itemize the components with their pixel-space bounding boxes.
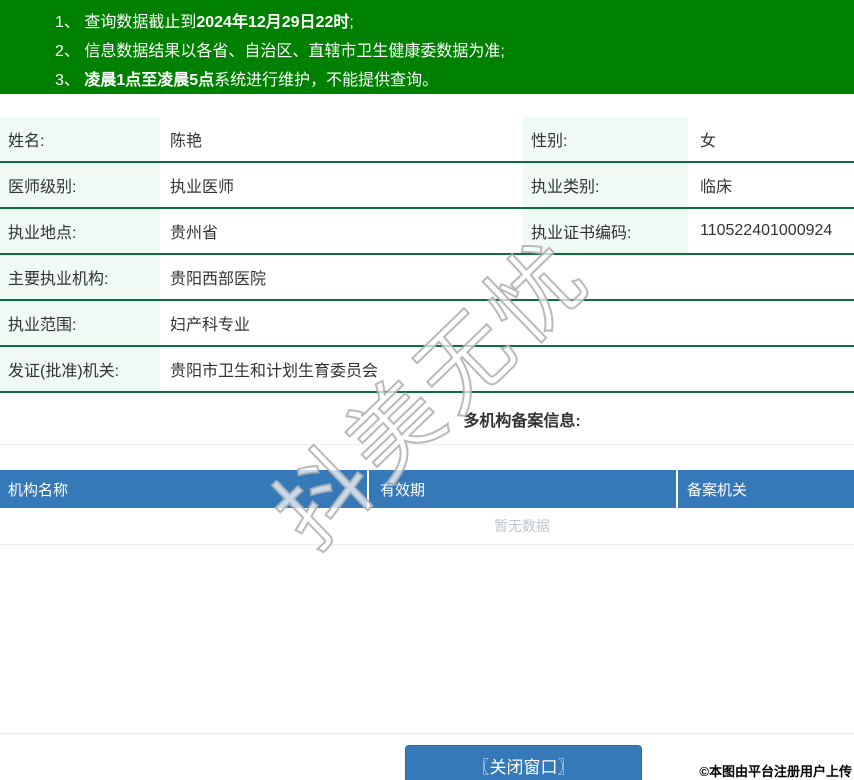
field-value-practice-location: 贵州省 (170, 225, 219, 242)
field-label-name: 姓名: (0, 117, 160, 161)
column-header-validity-period: 有效期 (367, 470, 676, 508)
section-heading: 多机构备案信息: (463, 412, 581, 430)
notice-line-1: 1、 查询数据截止到2024年12月29日22时; (55, 8, 844, 37)
physician-info-table: 姓名: 陈艳 性别: 女 医师级别: 执业医师 执业类别: 临床 执业地点: 贵… (0, 117, 854, 393)
field-label-main-institution: 主要执业机构: (0, 255, 160, 299)
notice-header: 1、 查询数据截止到2024年12月29日22时; 2、 信息数据结果以各省、自… (0, 0, 854, 94)
field-label-doctor-level: 医师级别: (0, 163, 160, 207)
notice-line-2: 2、 信息数据结果以各省、自治区、直辖市卫生健康委数据为准; (55, 37, 844, 66)
table-row-location-certificate: 执业地点: 贵州省 执业证书编码: 110522401000924 (0, 209, 854, 255)
notice-1-bold-text: 2024年12月29日22时 (196, 14, 350, 31)
notice-2-text: 2、 信息数据结果以各省、自治区、直辖市卫生健康委数据为准; (55, 43, 505, 60)
table-row-issuing-authority: 发证(批准)机关: 贵阳市卫生和计划生育委员会 (0, 347, 854, 393)
bottom-divider (0, 733, 854, 734)
column-header-filing-authority: 备案机关 (676, 470, 854, 508)
field-value-main-institution: 贵阳西部医院 (170, 271, 267, 288)
license-query-result-page: { "notices": { "items": [ { "prefix": "1… (0, 0, 854, 780)
table-row-name-gender: 姓名: 陈艳 性别: 女 (0, 117, 854, 163)
multi-institution-section: 多机构备案信息: (0, 393, 854, 445)
field-value-certificate-number: 110522401000924 (700, 222, 833, 239)
field-value-name: 陈艳 (170, 133, 203, 150)
field-label-gender: 性别: (523, 117, 688, 161)
notice-line-3: 3、 凌晨1点至凌晨5点系统进行维护，不能提供查询。 (55, 66, 844, 95)
field-label-practice-category: 执业类别: (523, 163, 688, 207)
field-label-practice-location: 执业地点: (0, 209, 160, 253)
field-value-gender: 女 (700, 133, 717, 150)
table-row-level-category: 医师级别: 执业医师 执业类别: 临床 (0, 163, 854, 209)
field-label-issuing-authority: 发证(批准)机关: (0, 347, 160, 391)
notice-3-bold-text: 凌晨1点至凌晨5点 (84, 72, 215, 89)
field-label-practice-scope: 执业范围: (0, 301, 160, 345)
notice-3-text: 3、 (55, 72, 85, 89)
table-row-main-institution: 主要执业机构: 贵阳西部医院 (0, 255, 854, 301)
column-header-institution-name: 机构名称 (8, 481, 69, 499)
notice-1-text: 1、 查询数据截止到 (55, 14, 197, 31)
field-label-certificate-number: 执业证书编码: (523, 209, 688, 253)
registration-table-header: 机构名称 有效期 备案机关 (0, 470, 854, 508)
copyright-text: ©本图由平台注册用户上传 (699, 764, 852, 779)
field-value-doctor-level: 执业医师 (170, 179, 235, 196)
notice-1-suffix: ; (349, 14, 354, 31)
field-value-issuing-authority: 贵阳市卫生和计划生育委员会 (170, 363, 379, 380)
field-value-practice-scope: 妇产科专业 (170, 317, 251, 334)
empty-data-text: 暂无数据 (494, 518, 550, 534)
field-value-practice-category: 临床 (700, 179, 733, 196)
close-window-button[interactable]: 〖关闭窗口〗 (405, 745, 642, 780)
registration-table-empty-row: 暂无数据 (0, 508, 854, 545)
table-row-practice-scope: 执业范围: 妇产科专业 (0, 301, 854, 347)
notice-3-suffix: 系统进行维护，不能提供查询。 (214, 72, 439, 89)
